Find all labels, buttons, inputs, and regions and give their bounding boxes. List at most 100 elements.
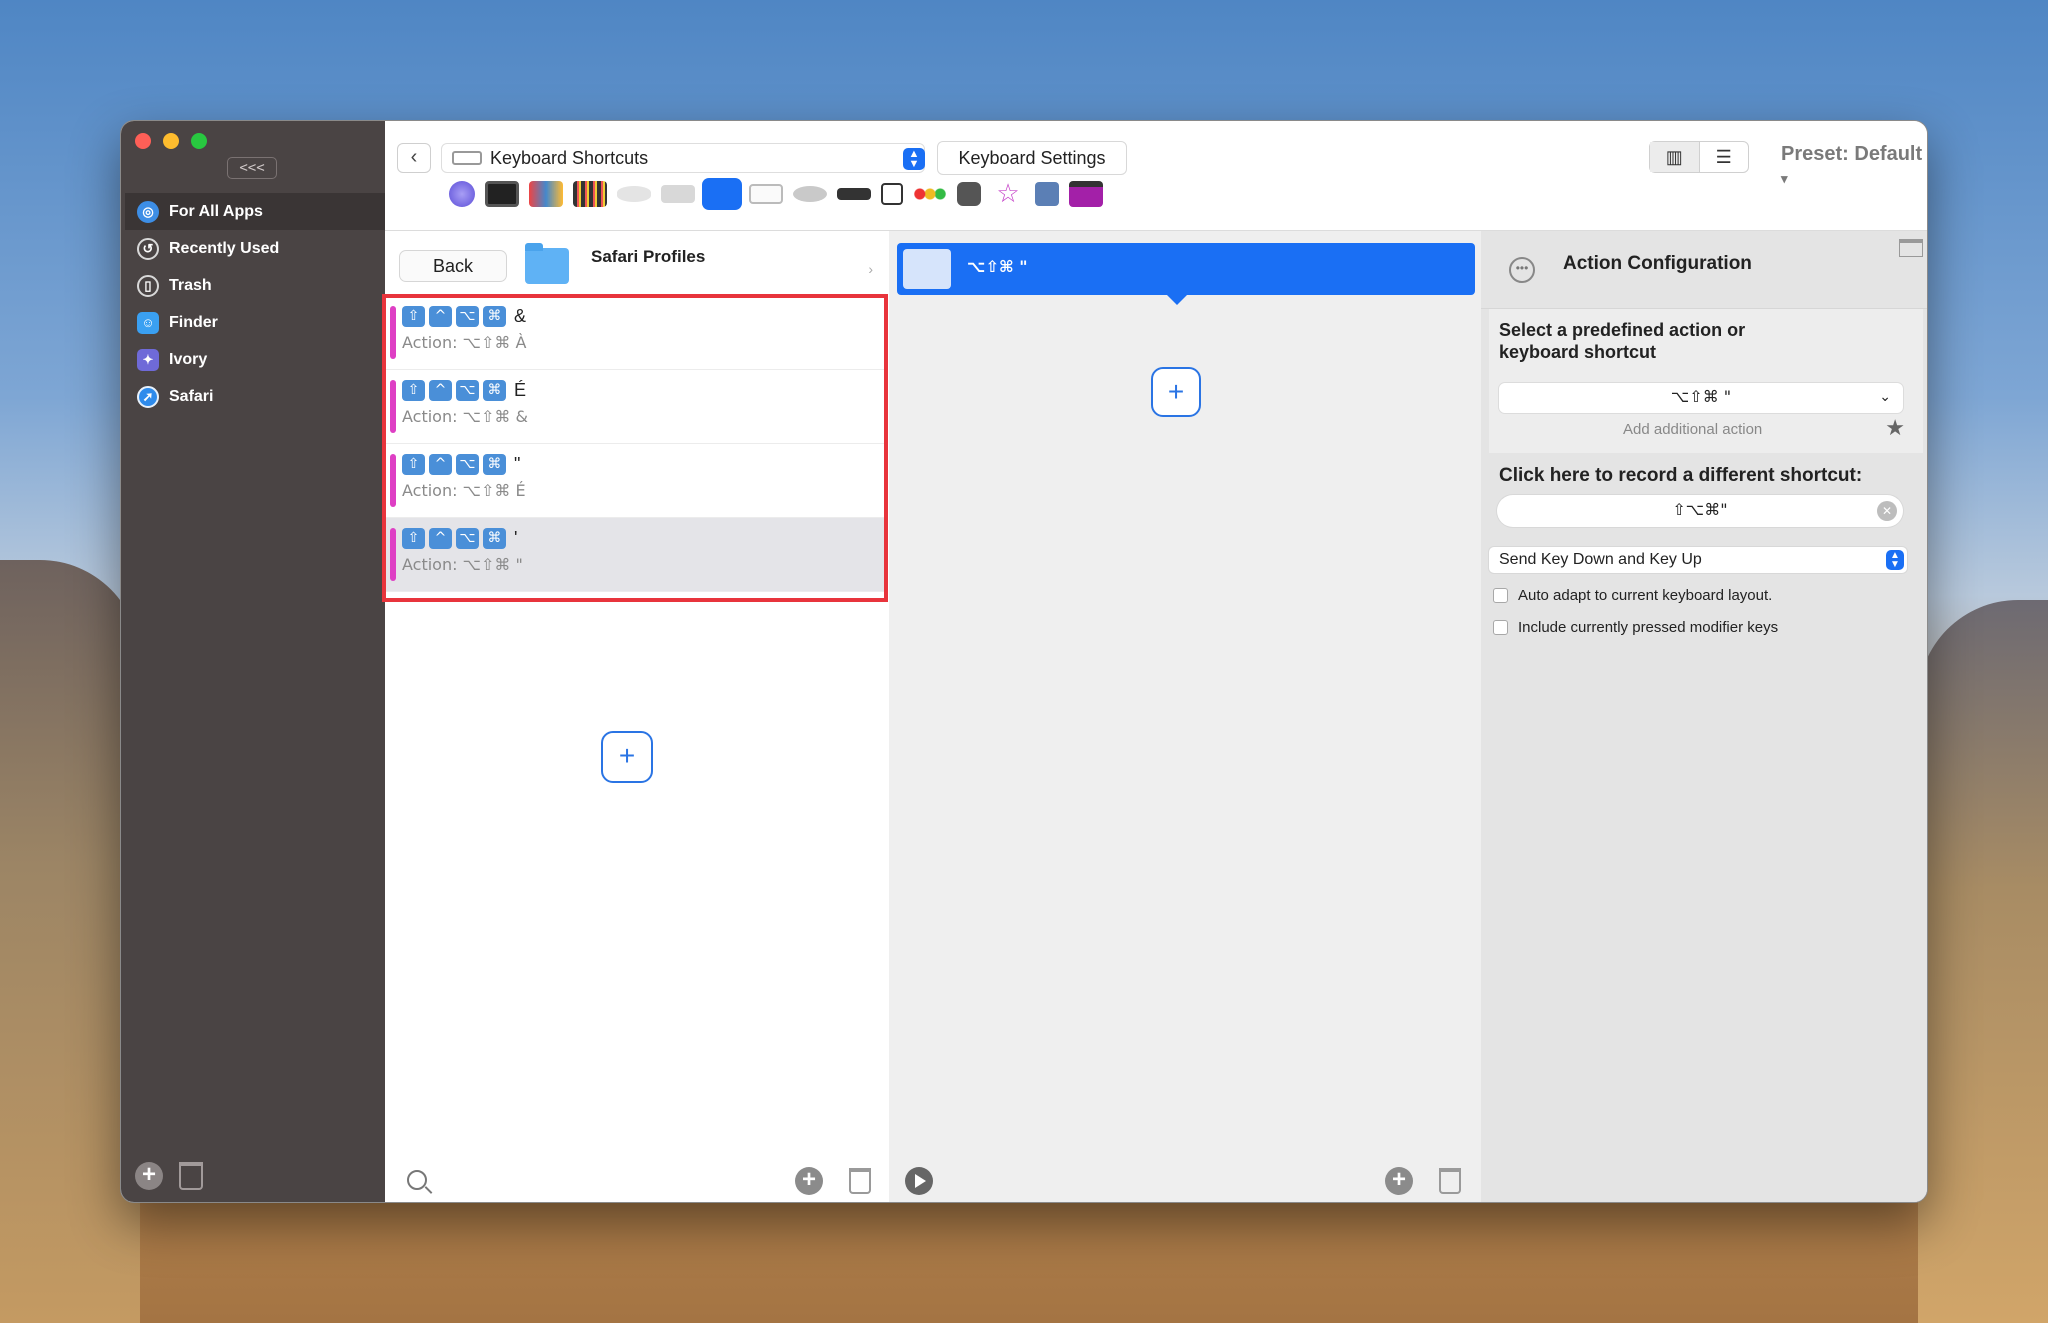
clear-icon[interactable]: ✕	[1877, 501, 1897, 521]
collapse-sidebar-button[interactable]: <<<	[227, 157, 277, 179]
trigger-keys: ⇧ ^ ⌥ ⌘ &	[402, 306, 886, 327]
add-trigger-button[interactable]: +	[601, 731, 653, 783]
delete-action-button[interactable]	[1439, 1168, 1461, 1194]
stream-deck-icon[interactable]	[529, 181, 563, 207]
auto-adapt-label: Auto adapt to current keyboard layout.	[1518, 587, 1773, 604]
delete-app-button[interactable]	[179, 1162, 203, 1190]
include-modifiers-option[interactable]: Include currently pressed modifier keys	[1493, 619, 1778, 636]
add-action-footer-button[interactable]: +	[1385, 1167, 1413, 1195]
actions-column: ⌥⇧⌘ " + +	[889, 231, 1481, 1202]
trigger-keys: ⇧ ^ ⌥ ⌘ '	[402, 528, 886, 549]
add-app-button[interactable]: +	[135, 1162, 163, 1190]
trigger-row[interactable]: ⇧ ^ ⌥ ⌘ & Action: ⌥⇧⌘ À	[384, 296, 886, 370]
touchbar-icon[interactable]	[485, 181, 519, 207]
record-shortcut-field[interactable]: ⇧⌥⌘" ✕	[1497, 495, 1903, 527]
command-key-badge: ⌘	[483, 306, 506, 327]
navigate-back-button[interactable]: ‹	[397, 143, 431, 173]
trash-icon: ▯	[137, 274, 159, 297]
sidebar-item-recently-used[interactable]: ↺ Recently Used	[125, 230, 385, 267]
minimize-button[interactable]	[163, 133, 179, 149]
config-more-icon[interactable]: •••	[1509, 257, 1535, 283]
app-list: ◎ For All Apps ↺ Recently Used ▯ Trash ☺…	[125, 193, 385, 415]
trigger-action-summary: Action: ⌥⇧⌘ À	[402, 333, 527, 352]
device-type-bar: ☆	[449, 180, 1103, 207]
sidebar-footer: +	[135, 1162, 203, 1190]
key-sequence-icon[interactable]	[749, 184, 783, 204]
search-icon[interactable]	[407, 1170, 427, 1190]
desktop-dune-left	[0, 560, 140, 1323]
add-additional-action-link[interactable]: Add additional action	[1623, 421, 1762, 438]
clock-icon: ↺	[137, 237, 159, 260]
trigger-action-summary: Action: ⌥⇧⌘ &	[402, 407, 528, 426]
control-key-badge: ^	[429, 380, 452, 401]
command-key-badge: ⌘	[483, 380, 506, 401]
play-icon[interactable]	[905, 1167, 933, 1195]
selected-action-row[interactable]: ⌥⇧⌘ "	[897, 243, 1475, 305]
midi-icon[interactable]	[573, 181, 607, 207]
trigger-row-selected[interactable]: ⇧ ^ ⌥ ⌘ ' Action: ⌥⇧⌘ "	[384, 518, 886, 592]
auto-adapt-option[interactable]: Auto adapt to current keyboard layout.	[1493, 587, 1772, 604]
delete-trigger-button[interactable]	[849, 1168, 871, 1194]
send-mode-select[interactable]: Send Key Down and Key Up ▲ ▼	[1489, 547, 1907, 573]
include-modifiers-checkbox[interactable]	[1493, 620, 1508, 635]
drawing-tablet-icon[interactable]	[837, 188, 871, 200]
add-trigger-footer-button[interactable]: +	[795, 1167, 823, 1195]
add-action-button[interactable]: +	[1151, 367, 1201, 417]
control-key-badge: ^	[429, 454, 452, 475]
column-view-button[interactable]: ▥	[1650, 142, 1700, 172]
button-panel-icon[interactable]	[1035, 182, 1059, 206]
action-configuration-panel: ••• Action Configuration Select a predef…	[1481, 231, 1927, 1202]
predefined-action-select[interactable]: ⌥⇧⌘ " ⌄	[1499, 383, 1903, 413]
floating-menu-icon[interactable]	[1069, 181, 1103, 207]
zoom-button[interactable]	[191, 133, 207, 149]
globe-icon: ◎	[137, 200, 159, 223]
close-button[interactable]	[135, 133, 151, 149]
trigger-type-select[interactable]: Keyboard Shortcuts ▲ ▼	[441, 143, 925, 173]
control-key-badge: ^	[429, 528, 452, 549]
detach-window-icon[interactable]	[1899, 239, 1923, 257]
trigger-row[interactable]: ⇧ ^ ⌥ ⌘ É Action: ⌥⇧⌘ &	[384, 370, 886, 444]
sidebar-item-safari[interactable]: ➚ Safari	[125, 378, 385, 415]
sidebar-item-trash[interactable]: ▯ Trash	[125, 267, 385, 304]
preset-selector[interactable]: Preset: Default ▾	[1781, 143, 1927, 189]
list-view-button[interactable]: ☰	[1700, 142, 1749, 172]
shift-key-badge: ⇧	[402, 306, 425, 327]
desktop-dune-right	[1918, 600, 2048, 1323]
automations-icon[interactable]	[957, 182, 981, 206]
window-controls	[135, 133, 207, 149]
view-mode-toggle: ▥ ☰	[1649, 141, 1749, 173]
trackpad-icon[interactable]	[661, 185, 695, 203]
control-key-badge: ^	[429, 306, 452, 327]
sidebar-item-ivory[interactable]: ✦ Ivory	[125, 341, 385, 378]
trigger-keys: ⇧ ^ ⌥ ⌘ É	[402, 380, 886, 401]
auto-adapt-checkbox[interactable]	[1493, 588, 1508, 603]
trigger-type-label: Keyboard Shortcuts	[490, 147, 649, 168]
siri-remote-icon[interactable]	[449, 181, 475, 207]
trigger-row[interactable]: ⇧ ^ ⌥ ⌘ " Action: ⌥⇧⌘ É	[384, 444, 886, 518]
normal-mouse-icon[interactable]	[793, 186, 827, 202]
shift-key-badge: ⇧	[402, 454, 425, 475]
chevron-right-icon: ›	[868, 261, 873, 277]
siri-remote-box-icon[interactable]	[881, 183, 903, 205]
option-key-badge: ⌥	[456, 454, 479, 475]
predefined-label-line2: keyboard shortcut	[1499, 342, 1657, 362]
sidebar-item-finder[interactable]: ☺ Finder	[125, 304, 385, 341]
command-key-badge: ⌘	[483, 528, 506, 549]
select-arrows-icon: ▲ ▼	[903, 148, 925, 170]
star-icon[interactable]: ★	[1885, 415, 1905, 441]
sidebar-item-label: Safari	[169, 387, 214, 405]
record-shortcut-label: Click here to record a different shortcu…	[1499, 465, 1863, 486]
other-triggers-icon[interactable]	[913, 181, 947, 207]
trigger-key: &	[514, 306, 527, 326]
predefined-action-box: Select a predefined action or keyboard s…	[1489, 309, 1923, 453]
folder-icon	[525, 243, 569, 284]
gesture-star-icon[interactable]: ☆	[991, 180, 1025, 207]
magic-mouse-icon[interactable]	[617, 186, 651, 202]
back-button[interactable]: Back	[399, 250, 507, 282]
selected-action-label: ⌥⇧⌘ "	[967, 257, 1028, 276]
sidebar-item-for-all-apps[interactable]: ◎ For All Apps	[125, 193, 385, 230]
keyboard-settings-button[interactable]: Keyboard Settings	[937, 141, 1127, 175]
keyboard-device-icon[interactable]	[705, 181, 739, 207]
compass-icon: ➚	[137, 385, 159, 408]
command-key-badge: ⌘	[483, 454, 506, 475]
